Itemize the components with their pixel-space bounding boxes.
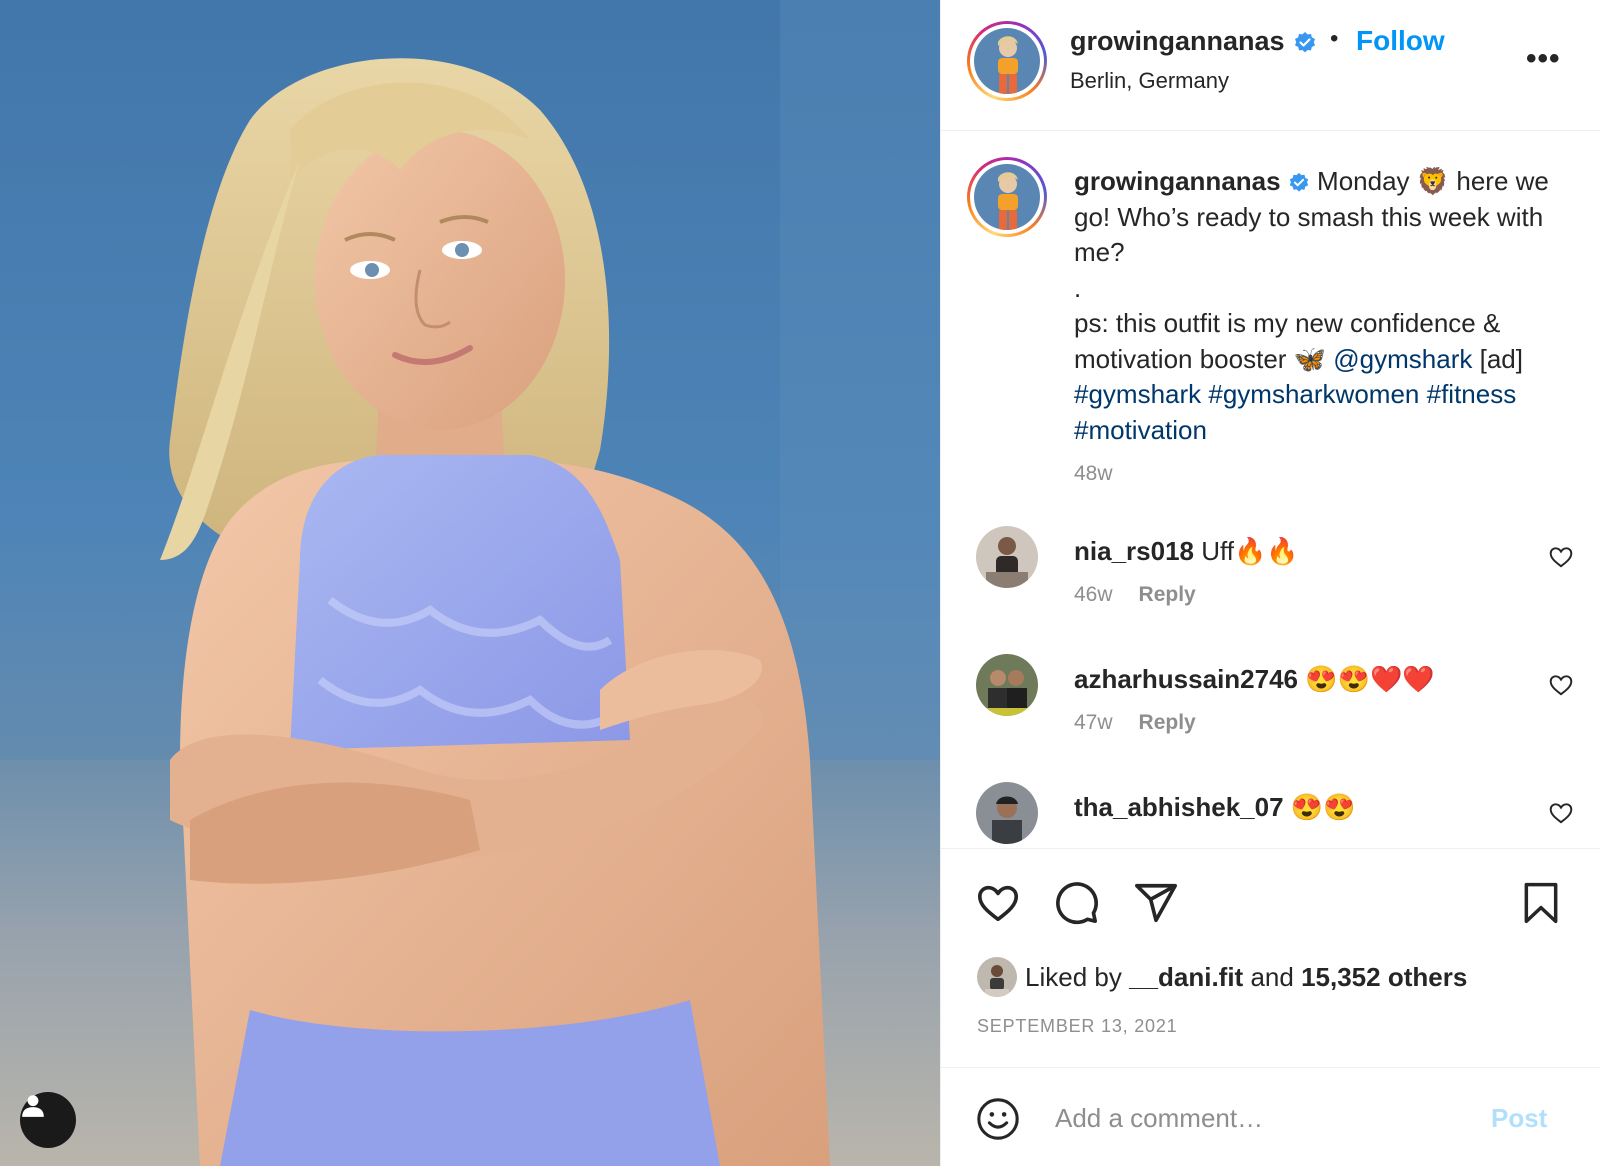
hashtag-link[interactable]: #motivation xyxy=(1074,415,1207,445)
comment-item: azharhussain2746 😍😍❤️❤️ 47w Reply xyxy=(941,652,1600,762)
likes-summary[interactable]: Liked by __dani.fit and 15,352 others xyxy=(977,956,1467,998)
comment-timestamp[interactable]: 47w xyxy=(1074,711,1113,734)
comment-body: 😍😍❤️❤️ xyxy=(1305,664,1435,694)
comment-timestamp[interactable]: 46w xyxy=(1074,583,1113,606)
mention-link[interactable]: @gymshark xyxy=(1333,344,1472,374)
heart-icon[interactable] xyxy=(975,880,1021,926)
hashtag-link[interactable]: #gymshark xyxy=(1074,379,1201,409)
comment-input[interactable] xyxy=(1055,1098,1455,1138)
post-location[interactable]: Berlin, Germany xyxy=(1070,68,1229,94)
post-comment-button[interactable]: Post xyxy=(1491,1103,1547,1134)
commenter-avatar[interactable] xyxy=(976,654,1038,716)
verified-badge-icon xyxy=(1289,173,1308,192)
commenter-username[interactable]: tha_abhishek_07 xyxy=(1074,792,1284,822)
comment-like-heart-icon[interactable] xyxy=(1548,544,1574,570)
avatar-image xyxy=(974,28,1040,94)
user-icon xyxy=(22,1095,44,1117)
likes-middle: and xyxy=(1250,961,1294,992)
hashtag-link[interactable]: #gymsharkwomen xyxy=(1208,379,1419,409)
comment-text: nia_rs018 Uff🔥🔥 xyxy=(1074,536,1299,567)
caption-timestamp[interactable]: 48w xyxy=(1074,462,1113,486)
comment-meta: 46w Reply xyxy=(1074,583,1196,607)
comment-meta: 47w Reply xyxy=(1074,711,1196,735)
liker-username[interactable]: __dani.fit xyxy=(1129,962,1243,993)
ad-label: [ad] xyxy=(1479,343,1523,374)
post-actions-bar xyxy=(941,860,1600,940)
liker-avatar[interactable] xyxy=(977,957,1017,997)
reply-button[interactable]: Reply xyxy=(1139,711,1196,734)
photo-illustration xyxy=(0,0,940,1166)
author-username[interactable]: growingannanas xyxy=(1070,26,1285,57)
separator-dot: • xyxy=(1330,25,1339,52)
comment-item: nia_rs018 Uff🔥🔥 46w Reply xyxy=(941,524,1600,634)
comments-section[interactable]: growingannanas Monday 🦁 here we go! Who’… xyxy=(941,132,1600,849)
likes-prefix: Liked by xyxy=(1025,961,1122,992)
commenter-avatar[interactable] xyxy=(976,782,1038,844)
post-photo[interactable] xyxy=(0,0,940,1166)
post-header: growingannanas • Follow Berlin, Germany … xyxy=(941,0,1600,131)
caption-username[interactable]: growingannanas xyxy=(1074,166,1281,196)
commenter-username[interactable]: azharhussain2746 xyxy=(1074,664,1298,694)
post-caption: growingannanas Monday 🦁 here we go! Who’… xyxy=(1074,164,1554,448)
hashtag-link[interactable]: #fitness xyxy=(1427,379,1517,409)
reply-button[interactable]: Reply xyxy=(1139,583,1196,606)
verified-badge-icon xyxy=(1295,32,1315,53)
avatar-image xyxy=(974,164,1040,230)
comment-like-heart-icon[interactable] xyxy=(1548,672,1574,698)
add-comment-bar: Post xyxy=(941,1067,1600,1166)
emoji-smiley-icon[interactable] xyxy=(975,1096,1021,1142)
tagged-users-button[interactable] xyxy=(20,1092,76,1148)
commenter-username[interactable]: nia_rs018 xyxy=(1074,536,1194,566)
author-avatar[interactable] xyxy=(967,21,1047,101)
bookmark-icon[interactable] xyxy=(1519,880,1563,926)
paper-plane-icon[interactable] xyxy=(1133,880,1179,926)
post-details-panel: growingannanas • Follow Berlin, Germany … xyxy=(940,0,1600,1166)
post-date[interactable]: SEPTEMBER 13, 2021 xyxy=(977,1016,1178,1037)
comment-body: 😍😍 xyxy=(1290,792,1356,822)
caption-text-line2: . xyxy=(1074,272,1082,303)
likes-count-link[interactable]: 15,352 others xyxy=(1301,962,1467,993)
avatar-image xyxy=(977,957,1017,997)
avatar-image xyxy=(976,782,1038,844)
comment-text: azharhussain2746 😍😍❤️❤️ xyxy=(1074,664,1435,695)
comment-like-heart-icon[interactable] xyxy=(1548,800,1574,826)
commenter-avatar[interactable] xyxy=(976,526,1038,588)
follow-button[interactable]: Follow xyxy=(1356,25,1445,57)
comment-text: tha_abhishek_07 😍😍 xyxy=(1074,792,1356,823)
comment-item: tha_abhishek_07 😍😍 xyxy=(941,780,1600,848)
caption-author-avatar[interactable] xyxy=(967,157,1047,237)
comment-body: Uff🔥🔥 xyxy=(1201,536,1299,566)
more-options-button[interactable]: ••• xyxy=(1526,42,1561,76)
avatar-image xyxy=(976,526,1038,588)
avatar-image xyxy=(976,654,1038,716)
comment-bubble-icon[interactable] xyxy=(1054,880,1100,926)
